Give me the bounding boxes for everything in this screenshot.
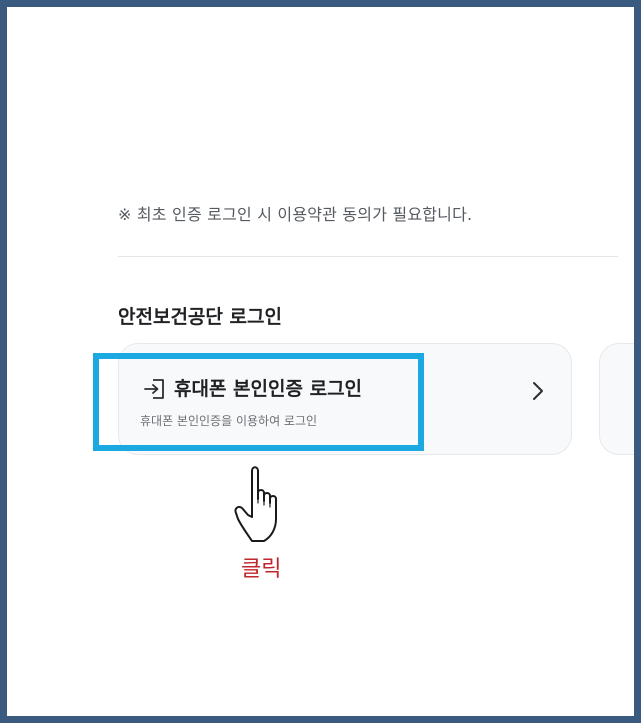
terms-notice: ※ 최초 인증 로그인 시 이용약관 동의가 필요합니다. <box>118 205 473 224</box>
chevron-right-icon <box>533 382 543 400</box>
section-title: 안전보건공단 로그인 <box>118 306 282 328</box>
click-annotation-label: 클릭 <box>241 557 282 582</box>
hand-pointer-icon <box>234 466 277 542</box>
next-login-card[interactable] <box>599 343 634 455</box>
screenshot-frame: ※ 최초 인증 로그인 시 이용약관 동의가 필요합니다. 안전보건공단 로그인… <box>0 0 641 723</box>
divider <box>118 256 618 257</box>
highlight-box <box>93 353 424 451</box>
